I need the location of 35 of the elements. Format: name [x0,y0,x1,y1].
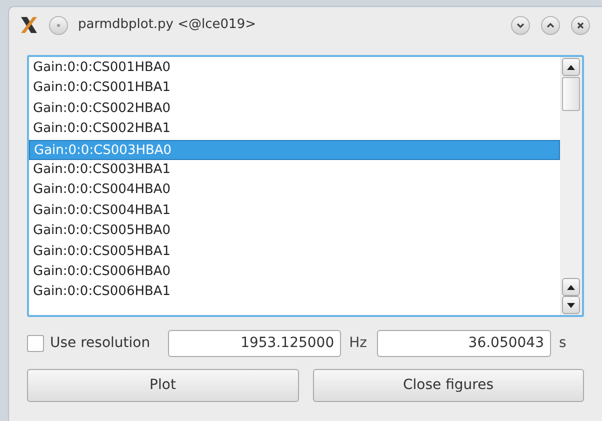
list-item[interactable]: Gain:0:0:CS001HBA1 [29,78,560,99]
time-field[interactable]: 36.050043 [377,330,551,356]
plot-button[interactable]: Plot [27,369,298,402]
list-item[interactable]: Gain:0:0:CS003HBA1 [29,160,560,180]
chevron-up-icon [546,20,555,30]
maximize-button[interactable] [541,16,560,34]
down-arrow-icon [567,302,575,308]
minimize-button[interactable] [511,16,530,34]
up-arrow-icon [567,284,575,290]
checkbox-label: Use resolution [50,334,150,352]
window-title: parmdbplot.py <@lce019> [78,16,257,34]
checkbox[interactable] [27,334,44,352]
scroll-up-button[interactable] [562,58,580,76]
list-item[interactable]: Gain:0:0:CS002HBA0 [29,98,560,120]
time-unit: s [559,334,566,352]
close-button[interactable] [571,16,590,34]
list-item[interactable]: Gain:0:0:CS005HBA1 [29,242,560,262]
frequency-unit: Hz [349,334,367,352]
list-item[interactable]: Gain:0:0:CS005HBA0 [29,221,560,242]
scroll-down-button[interactable] [562,296,580,314]
close-figures-button[interactable]: Close figures [312,369,584,402]
list-item[interactable]: Gain:0:0:CS004HBA1 [29,200,560,222]
scroll-thumb[interactable] [562,77,580,111]
list-item[interactable]: Gain:0:0:CS002HBA1 [29,119,560,140]
list-item[interactable]: Gain:0:0:CS001HBA0 [29,58,560,78]
close-icon [576,20,585,30]
list-item[interactable]: Gain:0:0:CS006HBA1 [29,282,560,303]
up-arrow-icon [567,64,575,70]
frequency-field[interactable]: 1953.125000 [168,330,342,356]
chevron-down-icon [516,20,525,30]
scroll-up-button[interactable] [562,278,580,296]
scrollbar[interactable] [560,57,582,315]
list-item[interactable]: Gain:0:0:CS006HBA0 [29,262,560,282]
x-logo-icon [19,15,39,35]
list-item[interactable]: Gain:0:0:CS004HBA0 [29,180,560,201]
